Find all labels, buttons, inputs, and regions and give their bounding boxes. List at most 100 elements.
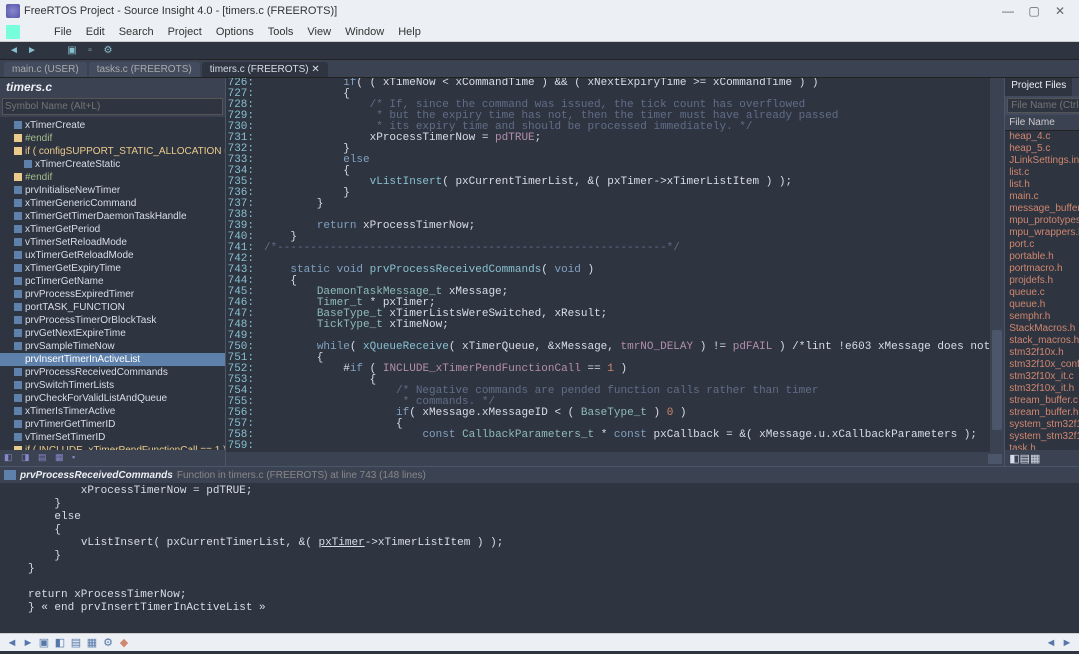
menu-search[interactable]: Search [119, 26, 154, 38]
symbol-item[interactable]: xTimerGetPeriod [0, 223, 225, 236]
symbol-item[interactable]: prvCheckForValidListAndQueue [0, 392, 225, 405]
file-row[interactable]: message_buffer.hFREEROTS\inclu [1005, 203, 1079, 215]
symbol-item[interactable]: portTASK_FUNCTION [0, 301, 225, 314]
symbol-item[interactable]: prvTimerGetTimerID [0, 418, 225, 431]
file-row[interactable]: stm32f10x.hUSER [1005, 347, 1079, 359]
file-row[interactable]: StackMacros.hFREEROTS\inclu [1005, 323, 1079, 335]
symbol-item[interactable]: prvInitialiseNewTimer [0, 184, 225, 197]
symbol-tree[interactable]: xTimerCreate#endifif ( configSUPPORT_STA… [0, 117, 225, 450]
file-row[interactable]: heap_4.cFREEROTS\porta [1005, 131, 1079, 143]
file-search-input[interactable] [1007, 98, 1079, 113]
status-tool-1[interactable]: ▣ [36, 636, 52, 650]
status-forward-button[interactable]: ► [20, 636, 36, 650]
file-row[interactable]: task.hFREEROTS\inclu [1005, 443, 1079, 450]
file-row[interactable]: stm32f10x_it.hUSER [1005, 383, 1079, 395]
status-tool-6[interactable]: ◆ [116, 636, 132, 650]
file-row[interactable]: port.cFREEROTS\porta [1005, 239, 1079, 251]
status-tool-2[interactable]: ◧ [52, 636, 68, 650]
symbol-item[interactable]: prvProcessReceivedCommands [0, 366, 225, 379]
file-row[interactable]: portable.hFREEROTS\inclu [1005, 251, 1079, 263]
file-row[interactable]: stm32f10x_it.cUSER [1005, 371, 1079, 383]
sym-tool-1[interactable]: ◧ [4, 452, 18, 464]
proj-tool-1[interactable]: ◧ [1009, 452, 1019, 465]
code-editor[interactable]: 726:727:728:729:730:731:732:733:734:735:… [226, 78, 1004, 466]
symbol-item[interactable]: xTimerGetExpiryTime [0, 262, 225, 275]
file-row[interactable]: list.cFREEROTS [1005, 167, 1079, 179]
file-list[interactable]: heap_4.cFREEROTS\portaheap_5.cFREEROTS\p… [1005, 131, 1079, 450]
sym-tool-2[interactable]: ◨ [21, 452, 35, 464]
sym-tool-5[interactable]: ▪ [72, 452, 86, 464]
symbol-item[interactable]: #endif [0, 171, 225, 184]
file-row[interactable]: system_stm32f10x.cUSER [1005, 419, 1079, 431]
symbol-search-input[interactable] [2, 98, 223, 115]
tool-open-button[interactable]: ▣ [64, 44, 80, 58]
file-row[interactable]: main.cUSER [1005, 191, 1079, 203]
file-row[interactable]: stack_macros.hFREEROTS\inclu [1005, 335, 1079, 347]
file-row[interactable]: stream_buffer.cFREEROTS [1005, 395, 1079, 407]
symbol-item[interactable]: vTimerSetReloadMode [0, 236, 225, 249]
document-tab[interactable]: main.c (USER) [4, 62, 87, 77]
editor-hscrollbar[interactable] [226, 452, 1004, 466]
symbol-item[interactable]: prvSwitchTimerLists [0, 379, 225, 392]
file-row[interactable]: stream_buffer.hFREEROTS\inclu [1005, 407, 1079, 419]
menu-project[interactable]: Project [168, 26, 202, 38]
status-tool-5[interactable]: ⚙ [100, 636, 116, 650]
menu-edit[interactable]: Edit [86, 26, 105, 38]
file-row[interactable]: queue.hFREEROTS\inclu [1005, 299, 1079, 311]
symbol-item[interactable]: xTimerCreate [0, 119, 225, 132]
file-row[interactable]: mpu_wrappers.hFREEROTS\inclu [1005, 227, 1079, 239]
proj-tool-2[interactable]: ▤ [1020, 452, 1030, 465]
project-tab[interactable]: Project Symbols [1072, 78, 1079, 96]
document-tab[interactable]: timers.c (FREEROTS) ✕ [202, 62, 328, 77]
menu-tools[interactable]: Tools [268, 26, 294, 38]
file-row[interactable]: portmacro.hFREEROTS\porta [1005, 263, 1079, 275]
symbol-item[interactable]: xTimerIsTimerActive [0, 405, 225, 418]
project-tab[interactable]: Project Files [1005, 78, 1072, 96]
document-tab[interactable]: tasks.c (FREEROTS) [89, 62, 200, 77]
file-row[interactable]: heap_5.cFREEROTS\porta [1005, 143, 1079, 155]
file-row[interactable]: JLinkSettings.iniUSER [1005, 155, 1079, 167]
symbol-item[interactable]: prvInsertTimerInActiveList [0, 353, 225, 366]
minimize-button[interactable]: — [995, 4, 1021, 18]
file-row[interactable]: mpu_prototypes.hFREEROTS\inclu [1005, 215, 1079, 227]
symbol-item[interactable]: xTimerGetTimerDaemonTaskHandle [0, 210, 225, 223]
file-row[interactable]: queue.cFREEROTS [1005, 287, 1079, 299]
file-row[interactable]: list.hFREEROTS\inclu [1005, 179, 1079, 191]
nav-back-button[interactable]: ◄ [6, 44, 22, 58]
symbol-item[interactable]: prvGetNextExpireTime [0, 327, 225, 340]
proj-tool-3[interactable]: ▦ [1030, 452, 1040, 465]
status-next-button[interactable]: ► [1059, 636, 1075, 650]
file-row[interactable]: stm32f10x_conf.hUSER [1005, 359, 1079, 371]
close-button[interactable]: ✕ [1047, 4, 1073, 18]
sym-tool-4[interactable]: ▦ [55, 452, 69, 464]
menu-window[interactable]: Window [345, 26, 384, 38]
status-tool-3[interactable]: ▤ [68, 636, 84, 650]
status-prev-button[interactable]: ◄ [1043, 636, 1059, 650]
symbol-item[interactable]: prvSampleTimeNow [0, 340, 225, 353]
editor-vscrollbar[interactable] [990, 78, 1004, 452]
status-tool-4[interactable]: ▦ [84, 636, 100, 650]
symbol-item[interactable]: xTimerCreateStatic [0, 158, 225, 171]
menu-file[interactable]: File [54, 26, 72, 38]
status-back-button[interactable]: ◄ [4, 636, 20, 650]
symbol-item[interactable]: vTimerSetTimerID [0, 431, 225, 444]
menu-view[interactable]: View [307, 26, 331, 38]
symbol-item[interactable]: pcTimerGetName [0, 275, 225, 288]
symbol-item[interactable]: xTimerGenericCommand [0, 197, 225, 210]
menu-help[interactable]: Help [398, 26, 421, 38]
sym-tool-3[interactable]: ▤ [38, 452, 52, 464]
symbol-item[interactable]: prvProcessExpiredTimer [0, 288, 225, 301]
symbol-item[interactable]: uxTimerGetReloadMode [0, 249, 225, 262]
tool-settings-button[interactable]: ⚙ [100, 44, 116, 58]
symbol-item[interactable]: prvProcessTimerOrBlockTask [0, 314, 225, 327]
context-code[interactable]: xProcessTimerNow = pdTRUE; } else { vLis… [0, 483, 1079, 633]
file-row[interactable]: semphr.hFREEROTS\inclu [1005, 311, 1079, 323]
tool-save-button[interactable]: ▫ [82, 44, 98, 58]
file-row[interactable]: system_stm32f10x.hUSER [1005, 431, 1079, 443]
symbol-item[interactable]: #endif [0, 132, 225, 145]
code-content[interactable]: if( ( xTimeNow < xCommandTime ) && ( xNe… [260, 78, 990, 452]
maximize-button[interactable]: ▢ [1021, 4, 1047, 18]
symbol-item[interactable]: if ( configSUPPORT_STATIC_ALLOCATION == … [0, 145, 225, 158]
nav-forward-button[interactable]: ► [24, 44, 40, 58]
file-row[interactable]: projdefs.hFREEROTS\inclu [1005, 275, 1079, 287]
